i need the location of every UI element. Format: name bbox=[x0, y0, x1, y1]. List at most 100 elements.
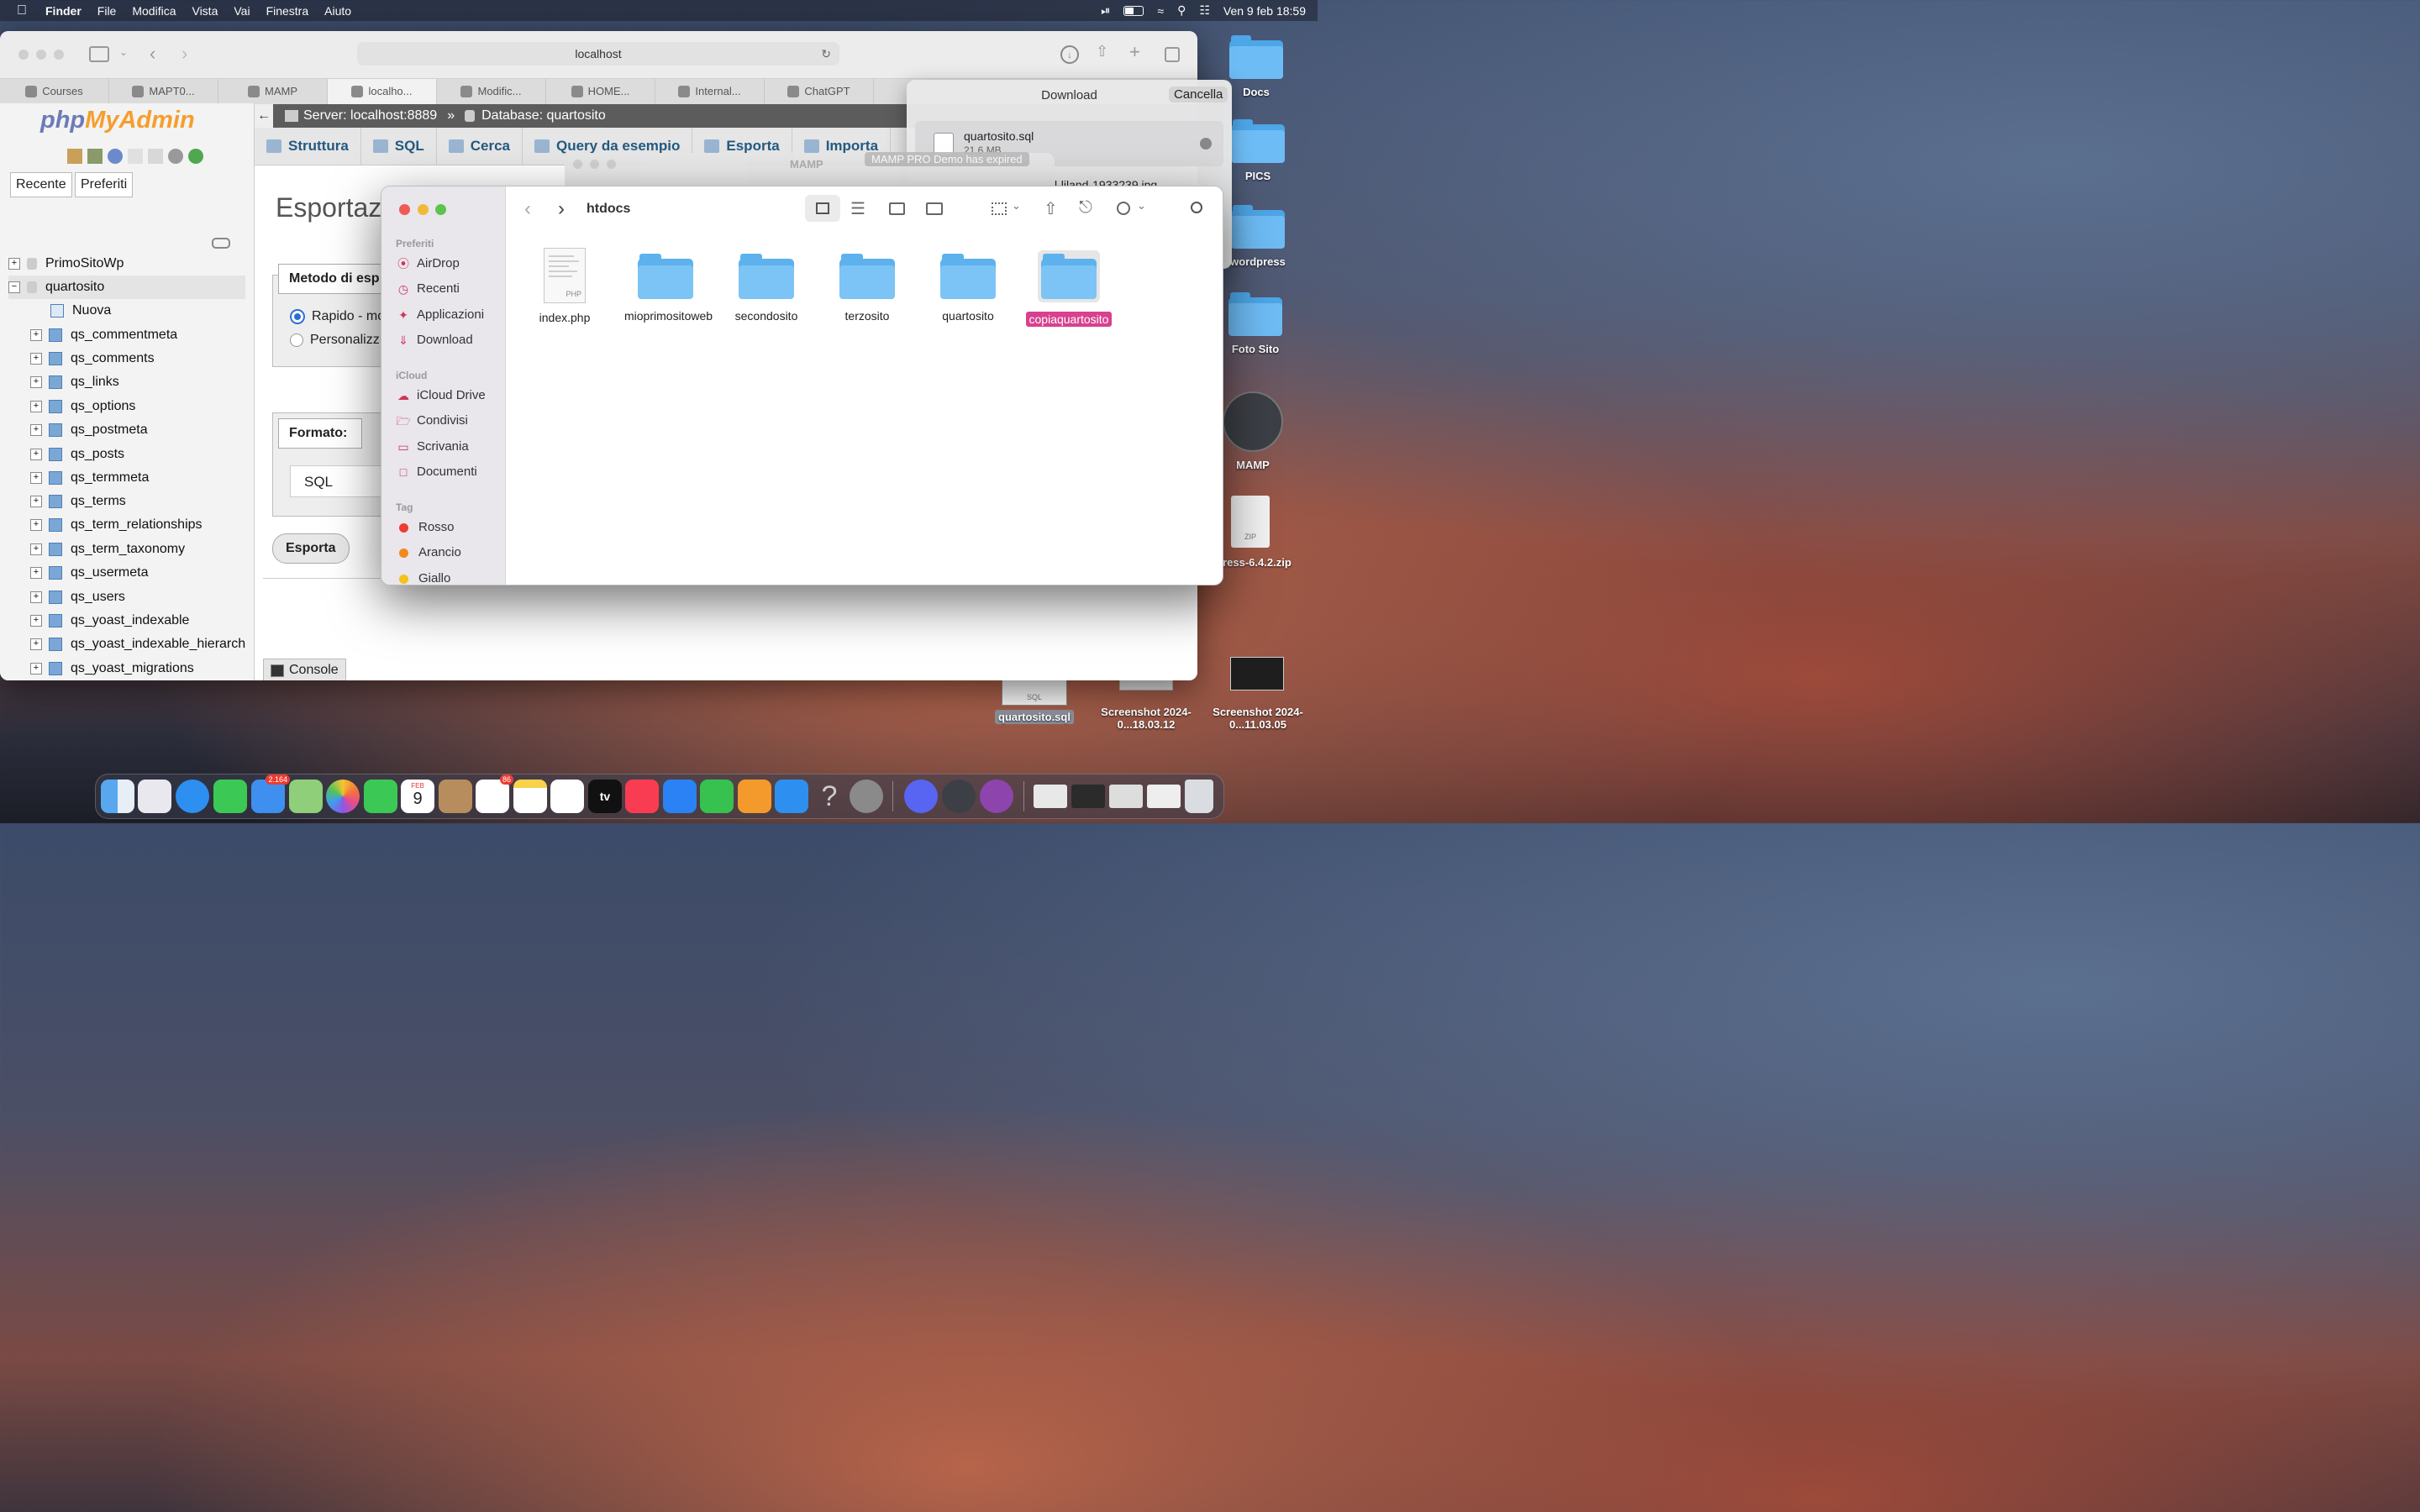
sidebar-item-recenti[interactable]: ◷ Recenti bbox=[396, 279, 460, 299]
menu-file[interactable]: File bbox=[97, 4, 117, 18]
mamp-icon[interactable] bbox=[942, 780, 976, 813]
expand-icon[interactable]: + bbox=[30, 472, 42, 484]
expand-icon[interactable]: + bbox=[30, 401, 42, 412]
launchpad-icon[interactable] bbox=[138, 780, 171, 813]
sidebar-item-download[interactable]: ⇓ Download bbox=[396, 330, 473, 350]
app-store-icon[interactable] bbox=[775, 780, 808, 813]
expand-icon[interactable]: + bbox=[30, 663, 42, 675]
tab-sql[interactable]: SQL bbox=[361, 128, 437, 165]
tree-table[interactable]: + qs_commentmeta bbox=[30, 323, 177, 347]
refresh-icon[interactable] bbox=[188, 149, 203, 164]
tree-table[interactable]: + qs_postmeta bbox=[30, 418, 148, 442]
group-by-icon[interactable] bbox=[992, 202, 1007, 215]
tab-struttura[interactable]: Struttura bbox=[255, 128, 361, 165]
gear-icon[interactable] bbox=[168, 149, 183, 164]
expand-icon[interactable]: + bbox=[8, 258, 20, 270]
tab-mapt0[interactable]: MAPT0... bbox=[109, 79, 218, 104]
mail-icon[interactable]: 2.164 bbox=[251, 774, 290, 813]
option-quick[interactable]: Rapido - mo bbox=[290, 309, 385, 324]
tree-new-table[interactable]: Nuova bbox=[50, 299, 111, 323]
help-icon[interactable] bbox=[108, 149, 123, 164]
expand-icon[interactable]: + bbox=[30, 449, 42, 460]
folder-quartosito[interactable]: quartosito bbox=[923, 254, 1013, 323]
breadcrumb-database[interactable]: Database: quartosito bbox=[481, 108, 606, 123]
radio-checked-icon[interactable] bbox=[290, 309, 305, 324]
recent-window-thumbnail[interactable] bbox=[1034, 785, 1067, 808]
tree-table[interactable]: + qs_termmeta bbox=[30, 466, 149, 490]
expand-icon[interactable]: + bbox=[30, 424, 42, 436]
share-icon[interactable]: ⇧ bbox=[1044, 198, 1058, 219]
sidebar-item-documenti[interactable]: □ Documenti bbox=[396, 462, 477, 482]
expand-icon[interactable]: + bbox=[30, 353, 42, 365]
tab-overview-icon[interactable] bbox=[1165, 47, 1180, 62]
help-icon[interactable]: ? bbox=[813, 780, 846, 813]
address-bar[interactable]: localhost ↻ bbox=[357, 42, 839, 66]
tree-table[interactable]: + qs_comments bbox=[30, 347, 155, 370]
expand-icon[interactable]: + bbox=[30, 543, 42, 555]
music-icon[interactable] bbox=[625, 780, 659, 813]
sidebar-item-condivisi[interactable]: 🗁 Condivisi bbox=[396, 411, 468, 431]
tree-table[interactable]: + qs_terms bbox=[30, 490, 126, 513]
menu-aiuto[interactable]: Aiuto bbox=[324, 4, 351, 18]
expand-icon[interactable]: + bbox=[30, 615, 42, 627]
tab-home[interactable]: HOME... bbox=[546, 79, 655, 104]
sidebar-item-icloud-drive[interactable]: ☁ iCloud Drive bbox=[396, 386, 486, 406]
tab-cerca[interactable]: Cerca bbox=[437, 128, 523, 165]
calendar-icon[interactable]: FEB 9 bbox=[401, 780, 434, 813]
expand-icon[interactable]: + bbox=[30, 567, 42, 579]
system-settings-icon[interactable] bbox=[850, 780, 883, 813]
menu-finestra[interactable]: Finestra bbox=[266, 4, 309, 18]
tree-table[interactable]: + qs_yoast_indexable_hierarch bbox=[30, 633, 245, 656]
tree-db-quartosito[interactable]: − quartosito bbox=[8, 276, 245, 299]
minimize-button[interactable] bbox=[418, 204, 429, 215]
sidebar-tag-rosso[interactable]: Rosso bbox=[396, 517, 455, 538]
recent-window-thumbnail[interactable] bbox=[1147, 785, 1181, 808]
numbers-icon[interactable] bbox=[700, 780, 734, 813]
minimize-button[interactable] bbox=[590, 160, 599, 169]
close-button[interactable] bbox=[399, 204, 410, 215]
close-button[interactable] bbox=[573, 160, 582, 169]
facetime-icon[interactable] bbox=[364, 780, 397, 813]
list-view-icon[interactable]: ☰ bbox=[850, 198, 865, 219]
forward-icon[interactable]: › bbox=[558, 197, 565, 221]
folder-terzosito[interactable]: terzosito bbox=[823, 254, 912, 323]
zoom-button[interactable] bbox=[435, 204, 446, 215]
expand-icon[interactable]: + bbox=[30, 329, 42, 341]
sidebar-item-scrivania[interactable]: ▭ Scrivania bbox=[396, 437, 468, 457]
magnifier-icon[interactable] bbox=[1200, 138, 1212, 150]
zoom-button[interactable] bbox=[54, 50, 64, 60]
collapse-nav-icon[interactable]: ← bbox=[255, 104, 273, 128]
menu-vista[interactable]: Vista bbox=[192, 4, 218, 18]
copy-icon[interactable] bbox=[148, 149, 163, 164]
finder-icon[interactable] bbox=[101, 780, 134, 813]
link-icon[interactable] bbox=[212, 238, 230, 249]
expand-icon[interactable]: + bbox=[30, 496, 42, 507]
tree-table[interactable]: + qs_yoast_indexable bbox=[30, 609, 189, 633]
tree-table[interactable]: + qs_yoast_migrations bbox=[30, 657, 194, 680]
apple-tv-icon[interactable]: tv bbox=[588, 780, 622, 813]
tree-table[interactable]: + qs_posts bbox=[30, 443, 124, 466]
expand-icon[interactable]: + bbox=[30, 376, 42, 388]
sidebar-tag-arancio[interactable]: Arancio bbox=[396, 543, 461, 563]
clear-downloads-button[interactable]: Cancella bbox=[1169, 87, 1228, 102]
favorites-button[interactable]: Preferiti bbox=[75, 172, 134, 197]
column-view-icon[interactable] bbox=[889, 202, 905, 215]
tree-table[interactable]: + qs_links bbox=[30, 370, 119, 394]
zoom-button[interactable] bbox=[607, 160, 616, 169]
wifi-icon[interactable]: ≈ bbox=[1157, 4, 1164, 18]
downloads-icon[interactable]: ↓ bbox=[1060, 45, 1079, 64]
tag-icon[interactable]: ⎋ bbox=[1079, 198, 1092, 218]
control-center-icon[interactable]: ☷ bbox=[1199, 3, 1210, 18]
chevron-down-icon[interactable]: ⌄ bbox=[1012, 199, 1021, 213]
more-actions-icon[interactable] bbox=[1117, 202, 1130, 215]
expand-icon[interactable]: + bbox=[30, 519, 42, 531]
play-icon[interactable]: ⏯ bbox=[1101, 3, 1110, 18]
desktop-screenshot-2[interactable]: Screenshot 2024-0...11.03.05 bbox=[1210, 657, 1304, 731]
collapse-icon[interactable]: − bbox=[8, 281, 20, 293]
discord-icon[interactable] bbox=[904, 780, 938, 813]
folder-secondosito[interactable]: secondosito bbox=[722, 254, 811, 323]
tab-courses[interactable]: Courses bbox=[0, 79, 109, 104]
tab-localhost[interactable]: localho... bbox=[328, 79, 437, 104]
trash-icon[interactable] bbox=[1185, 780, 1213, 813]
option-custom[interactable]: Personalizz bbox=[290, 333, 380, 348]
